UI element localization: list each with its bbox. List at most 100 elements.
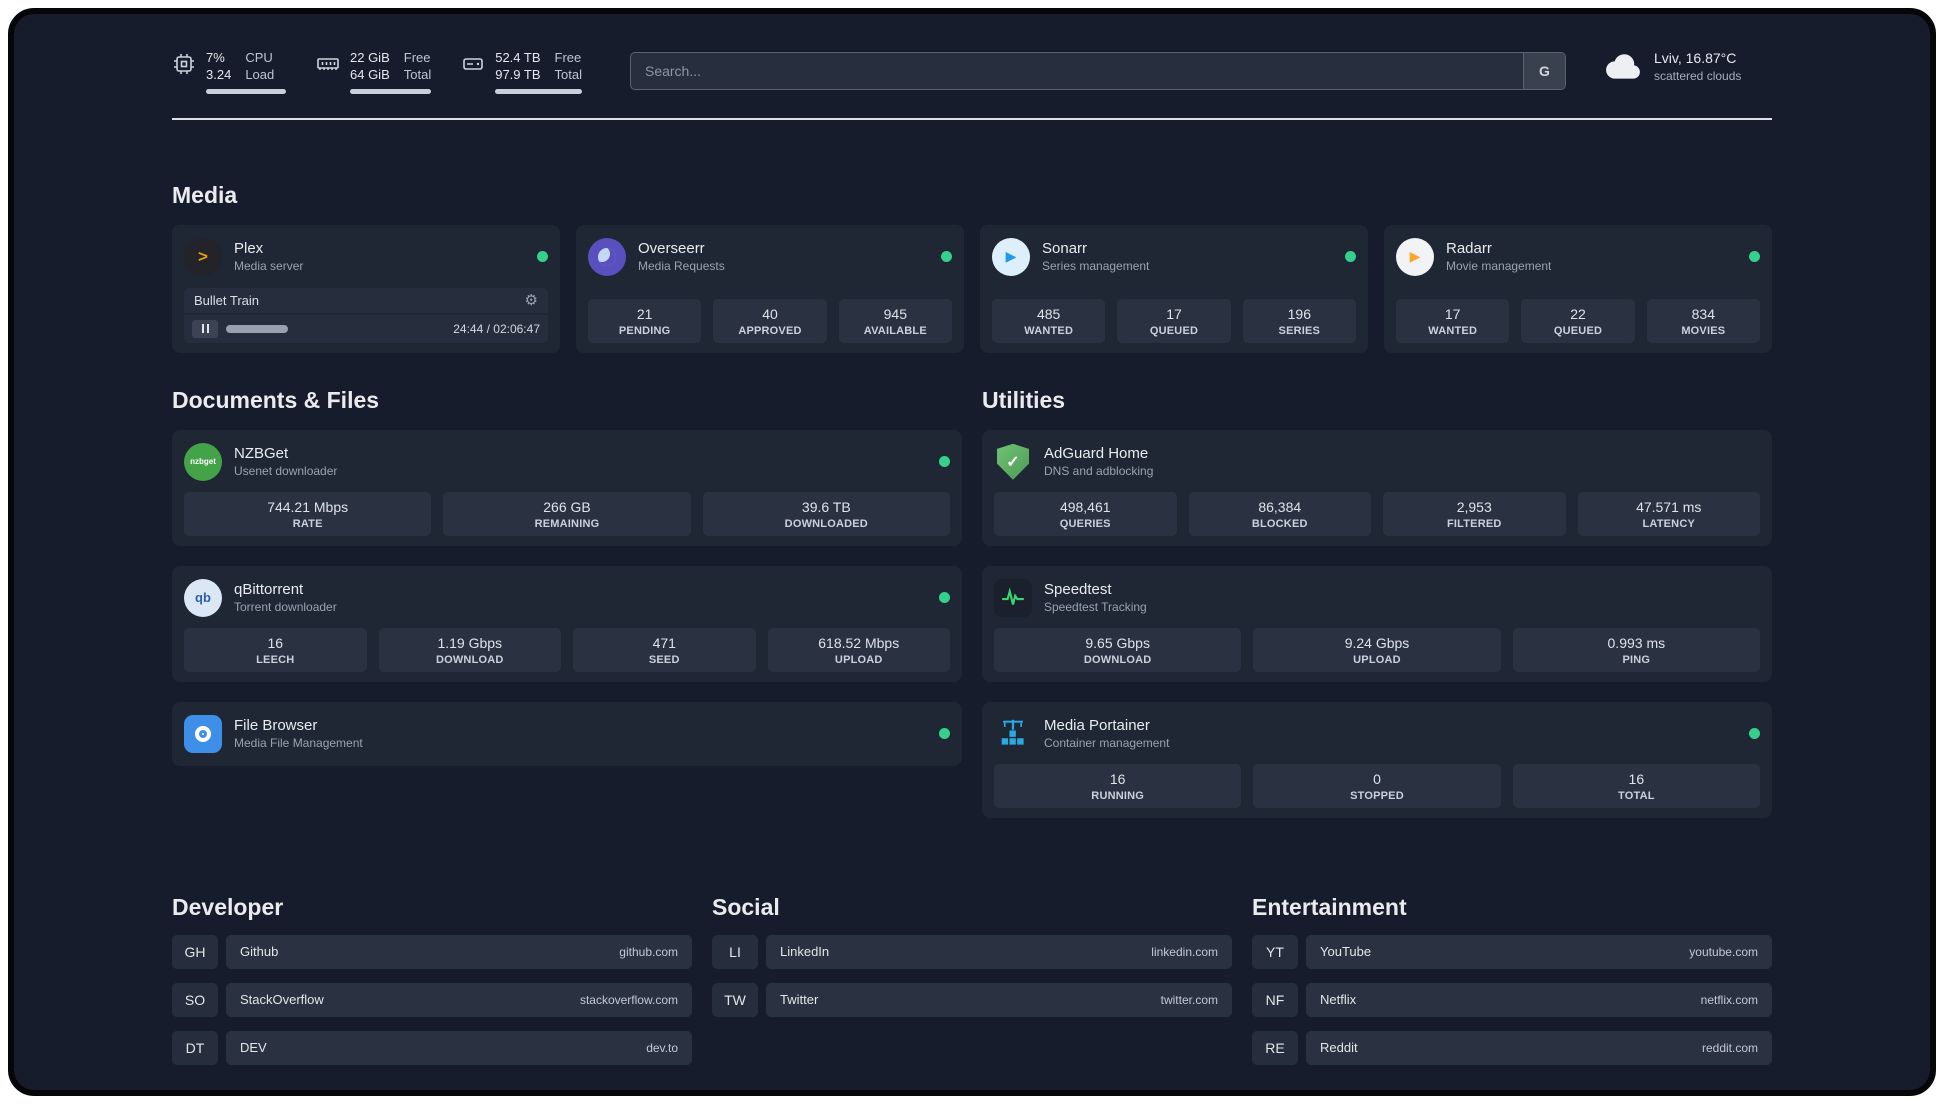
stat-label: QUERIES: [1059, 517, 1111, 530]
stat-download: 1.19 Gbps DOWNLOAD: [378, 627, 561, 672]
stat-upload: 618.52 Mbps UPLOAD: [767, 627, 950, 672]
sonarr-app-link[interactable]: ▶ Sonarr Series management: [992, 235, 1356, 279]
bookmark-abbr: SO: [172, 982, 218, 1017]
stat-download: 9.65 Gbps DOWNLOAD: [994, 627, 1242, 672]
adguard-app-link[interactable]: ✓ AdGuard Home DNS and adblocking: [994, 440, 1760, 484]
stat-label: LEECH: [256, 653, 295, 666]
stat-label: DOWNLOAD: [1083, 653, 1152, 666]
bookmark-abbr: RE: [1252, 1030, 1298, 1065]
overseerr-card: Overseerr Media Requests 21 PENDING 40 APP…: [576, 224, 964, 353]
memory-free: 22 GiB: [350, 50, 390, 65]
stat-queued: 22 QUEUED: [1521, 298, 1635, 343]
stat-pending: 21 PENDING: [588, 298, 702, 343]
bookmark-name: Reddit: [1320, 1040, 1358, 1056]
weather-widget: Lviv, 16.87°C scattered clouds: [1604, 50, 1772, 83]
search-provider-button[interactable]: G: [1523, 53, 1565, 89]
radarr-app-link[interactable]: ▶ Radarr Movie management: [1396, 235, 1760, 279]
memory-label-1: Free: [403, 50, 431, 65]
bookmark-group-social: Social LI LinkedIn linkedin.com TW Twitte…: [712, 894, 1232, 1065]
stat-value: 471: [652, 634, 676, 651]
bookmark-dev[interactable]: DT DEV dev.to: [172, 1030, 692, 1065]
pause-button[interactable]: [192, 319, 218, 338]
bookmark-linkedin[interactable]: LI LinkedIn linkedin.com: [712, 934, 1232, 969]
nzbget-stats: 744.21 Mbps RATE 266 GB REMAINING 39.6 TB D…: [184, 491, 950, 536]
playback-progress-fill: [226, 324, 288, 333]
bookmark-reddit[interactable]: RE Reddit reddit.com: [1252, 1030, 1772, 1065]
stat-label: AVAILABLE: [863, 324, 927, 337]
sonarr-card: ▶ Sonarr Series management 485 WANTED 17 Q…: [980, 224, 1368, 353]
search-input[interactable]: [629, 52, 1566, 90]
memory-icon: [317, 58, 339, 70]
cpu-usage-bar: [206, 88, 286, 94]
stat-label: REMAINING: [534, 517, 600, 530]
stat-remaining: 266 GB REMAINING: [443, 491, 691, 536]
status-dot: [537, 251, 548, 263]
app-name: Speedtest: [1044, 581, 1112, 599]
qbittorrent-app-link[interactable]: qb qBittorrent Torrent downloader: [184, 576, 950, 620]
utilities-column: Utilities ✓ AdGuard Home DNS and adblock…: [982, 387, 1772, 838]
speedtest-app-link[interactable]: Speedtest Speedtest Tracking: [994, 576, 1760, 620]
stat-label: UPLOAD: [834, 653, 883, 666]
pause-icon: [201, 324, 209, 334]
stat-label: APPROVED: [738, 324, 802, 337]
stat-running: 16 RUNNING: [994, 763, 1242, 808]
stat-label: RATE: [292, 517, 323, 530]
stat-value: 17: [1444, 305, 1461, 322]
status-dot: [941, 251, 952, 263]
stat-value: 0: [1373, 770, 1381, 787]
topbar-divider: [172, 117, 1772, 120]
heartbeat-icon: [1002, 587, 1024, 605]
bookmark-youtube[interactable]: YT YouTube youtube.com: [1252, 934, 1772, 969]
adguard-stats: 498,461 QUERIES 86,384 BLOCKED 2,953 FILTER…: [994, 491, 1760, 536]
bookmark-abbr: LI: [712, 934, 758, 969]
app-name: Radarr: [1446, 240, 1492, 258]
bookmark-group-entertainment: Entertainment YT YouTube youtube.com NF N…: [1252, 894, 1772, 1065]
search-bar: G: [629, 52, 1566, 90]
stat-value: 945: [883, 305, 907, 322]
stat-label: WANTED: [1428, 324, 1478, 337]
stat-blocked: 86,384 BLOCKED: [1188, 491, 1371, 536]
weather-location: Lviv, 16.87°C: [1654, 50, 1737, 66]
app-name: AdGuard Home: [1044, 445, 1149, 463]
section-title-social: Social: [712, 893, 780, 920]
filebrowser-app-link[interactable]: File Browser Media File Management: [184, 712, 950, 756]
stat-label: WANTED: [1024, 324, 1074, 337]
stat-latency: 47.571 ms LATENCY: [1577, 491, 1760, 536]
speedtest-stats: 9.65 Gbps DOWNLOAD 9.24 Gbps UPLOAD 0.993 …: [994, 627, 1760, 672]
plex-now-playing: Bullet Train ⚙ 24:44 / 02:06:47: [184, 287, 548, 343]
filebrowser-card: File Browser Media File Management: [172, 701, 962, 766]
topbar: 7% 3.24 CPU Load 22 GiB 64 GiB Free Total: [172, 14, 1772, 94]
bookmark-github[interactable]: GH Github github.com: [172, 934, 692, 969]
documents-column: Documents & Files nzbget NZBGet Usenet d…: [172, 387, 962, 838]
memory-usage-bar: [350, 88, 432, 94]
bookmark-abbr: TW: [712, 982, 758, 1017]
nzbget-app-link[interactable]: nzbget NZBGet Usenet downloader: [184, 440, 950, 484]
stat-label: MOVIES: [1681, 324, 1726, 337]
bookmark-netflix[interactable]: NF Netflix netflix.com: [1252, 982, 1772, 1017]
sonarr-icon: ▶: [992, 237, 1030, 276]
stat-value: 39.6 TB: [801, 498, 851, 515]
section-title-documents: Documents & Files: [172, 386, 380, 413]
overseerr-app-link[interactable]: Overseerr Media Requests: [588, 235, 952, 279]
portainer-app-link[interactable]: Media Portainer Container management: [994, 712, 1760, 756]
cpu-icon: [174, 54, 194, 74]
bookmark-twitter[interactable]: TW Twitter twitter.com: [712, 982, 1232, 1017]
stat-label: LATENCY: [1642, 517, 1696, 530]
stat-label: SERIES: [1278, 324, 1321, 337]
disk-widget: 52.4 TB 97.9 TB Free Total: [461, 50, 582, 94]
stat-value: 16: [1109, 770, 1126, 787]
gear-icon[interactable]: ⚙: [525, 293, 538, 308]
bookmark-name: YouTube: [1320, 944, 1372, 960]
app-name: NZBGet: [234, 445, 289, 463]
portainer-icon: [994, 715, 1032, 753]
bookmark-abbr: GH: [172, 934, 218, 969]
bookmark-stackoverflow[interactable]: SO StackOverflow stackoverflow.com: [172, 982, 692, 1017]
playback-time: 24:44 / 02:06:47: [453, 321, 540, 336]
plex-app-link[interactable]: > Plex Media server: [184, 235, 548, 279]
bookmark-name: StackOverflow: [240, 992, 324, 1008]
qbittorrent-icon: qb: [184, 578, 222, 617]
filebrowser-icon: [184, 714, 222, 753]
status-dot: [939, 728, 950, 740]
portainer-card: Media Portainer Container management 16 R…: [982, 701, 1772, 818]
stat-value: 16: [1628, 770, 1645, 787]
